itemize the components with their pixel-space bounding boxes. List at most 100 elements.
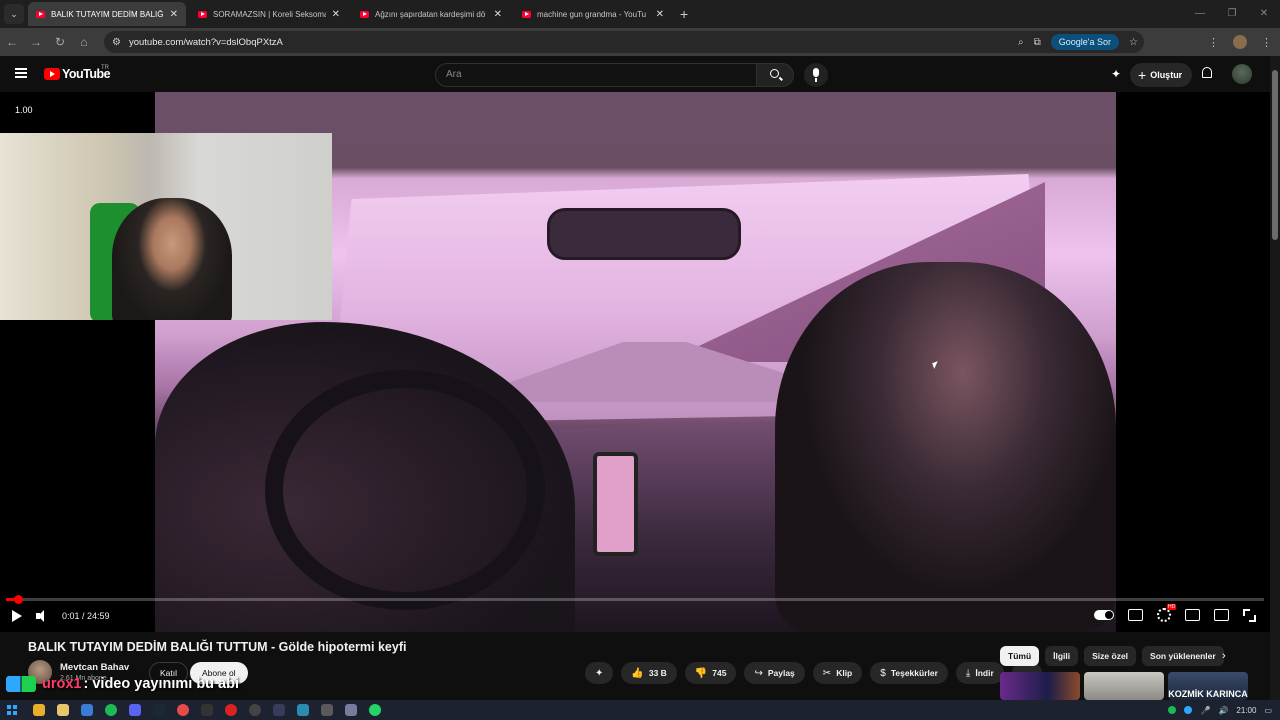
restore-icon[interactable]: ❐	[1216, 0, 1248, 28]
volume-icon[interactable]	[36, 610, 48, 622]
progress-bar[interactable]	[6, 595, 1264, 604]
cast-icon[interactable]	[1214, 609, 1229, 621]
taskbar-clock[interactable]: 21:00	[1236, 706, 1256, 715]
subtitles-icon[interactable]	[1128, 609, 1143, 621]
browser-extensions: ⋮ ⋮	[1208, 28, 1272, 56]
google-sor-button[interactable]: Google'a Sor	[1050, 34, 1120, 50]
thumbs-up-icon: 👍	[631, 667, 644, 679]
channel-name[interactable]: Mevtcan Bahav	[60, 662, 129, 673]
browser-tab-4[interactable]: machine gun grandma - YouTu ✕	[514, 2, 672, 26]
download-button[interactable]: ⤓ İndir	[955, 662, 1004, 684]
autoplay-toggle[interactable]	[1094, 610, 1114, 620]
whatsapp-app-icon[interactable]	[369, 704, 381, 716]
notifications-icon[interactable]: ▭	[1264, 706, 1272, 715]
app-icon[interactable]	[201, 704, 213, 716]
play-icon[interactable]	[12, 610, 22, 622]
profile-avatar[interactable]	[1233, 35, 1247, 49]
chip-related[interactable]: İlgili	[1045, 646, 1079, 666]
chevron-right-icon[interactable]: ›	[1222, 650, 1226, 662]
tab-close-icon[interactable]: ✕	[170, 9, 178, 20]
search-input[interactable]: Ara	[435, 63, 757, 87]
discord-app-icon[interactable]	[129, 704, 141, 716]
video-title: BALIK TUTAYIM DEDİM BALIĞI TUTTUM - Göld…	[28, 640, 407, 654]
thanks-button[interactable]: $ Teşekkürler	[870, 662, 948, 684]
settings-gear-icon[interactable]	[1157, 604, 1177, 622]
app-icon[interactable]	[273, 704, 285, 716]
obs-app-icon[interactable]	[177, 704, 189, 716]
app-icon[interactable]	[297, 704, 309, 716]
voice-search-icon[interactable]	[804, 63, 828, 87]
app-icon[interactable]	[249, 704, 261, 716]
spotify-app-icon[interactable]	[105, 704, 117, 716]
stream-chat-overlay: urox1 : video yayınımı bu abi	[6, 674, 239, 694]
tab-close-icon[interactable]: ✕	[494, 9, 502, 20]
browser-tab-2[interactable]: SORAMAZSIN | Koreli Seksoma ✕	[190, 2, 348, 26]
share-icon: ↪	[754, 667, 763, 679]
recommended-thumbnail[interactable]	[1000, 672, 1080, 700]
dislike-button[interactable]: 👎 745	[684, 662, 737, 684]
plus-icon: +	[1138, 67, 1147, 83]
site-info-icon[interactable]: ⚙	[112, 37, 121, 48]
notifications-bell-icon[interactable]	[1201, 67, 1213, 79]
forward-icon[interactable]: →	[24, 35, 48, 49]
zoom-icon[interactable]: ⌕	[1018, 37, 1024, 48]
new-tab-icon[interactable]: +	[680, 6, 688, 22]
back-icon[interactable]: ←	[0, 35, 24, 49]
page-scrollbar[interactable]	[1270, 56, 1280, 700]
miniplayer-icon[interactable]	[1185, 609, 1200, 621]
youtube-favicon-icon	[198, 10, 207, 18]
address-bar[interactable]: ⚙ youtube.com/watch?v=dslObqPXtzA ⌕ ⧉ Go…	[104, 31, 1144, 53]
extension-icon[interactable]: ⋮	[1208, 36, 1219, 49]
video-phone	[593, 452, 638, 556]
close-window-icon[interactable]: ✕	[1248, 0, 1280, 28]
explorer-app-icon[interactable]	[57, 704, 69, 716]
store-app-icon[interactable]	[81, 704, 93, 716]
tab-search-icon[interactable]: ⌄	[4, 4, 24, 24]
browser-menu-icon[interactable]: ⋮	[1261, 36, 1272, 49]
app-icon[interactable]	[225, 704, 237, 716]
time-display: 0:01 / 24:59	[62, 611, 110, 621]
fullscreen-icon[interactable]	[1243, 608, 1256, 622]
like-button[interactable]: 👍 33 B	[621, 662, 677, 684]
create-button[interactable]: + Oluştur	[1130, 63, 1193, 87]
bookmark-star-icon[interactable]: ☆	[1129, 37, 1138, 48]
youtube-logo-icon[interactable]	[44, 68, 60, 80]
browser-tab-3[interactable]: Ağzını şapırdatan kardeşimi dö ✕	[352, 2, 510, 26]
chip-for-you[interactable]: Size özel	[1084, 646, 1137, 666]
tray-spotify-icon[interactable]	[1168, 706, 1177, 714]
search-button[interactable]	[756, 63, 794, 87]
clip-button[interactable]: ✂ Klip	[812, 662, 863, 684]
tray-mic-icon[interactable]: 🎤	[1200, 706, 1210, 715]
steam-app-icon[interactable]	[153, 704, 165, 716]
system-tray: 🎤 🔊 21:00 ▭	[1168, 700, 1272, 720]
app-icon[interactable]	[345, 704, 357, 716]
tab-close-icon[interactable]: ✕	[332, 9, 340, 20]
studio-icon[interactable]: ✦	[1111, 67, 1121, 81]
install-icon[interactable]: ⧉	[1034, 37, 1041, 48]
tab-close-icon[interactable]: ✕	[656, 9, 664, 20]
window-controls: — ❐ ✕	[1184, 0, 1280, 28]
tray-app-icon[interactable]	[1184, 706, 1193, 714]
share-button[interactable]: ↪ Paylaş	[744, 662, 805, 684]
chip-all[interactable]: Tümü	[1000, 646, 1040, 666]
reload-icon[interactable]: ↻	[48, 35, 72, 49]
tray-volume-icon[interactable]: 🔊	[1218, 706, 1228, 715]
scrollbar-thumb[interactable]	[1272, 70, 1278, 240]
browser-tab-1[interactable]: BALIK TUTAYIM DEDİM BALIĞI ✕	[28, 2, 186, 26]
youtube-header: YouTube TR Ara ✦ + Oluştur	[0, 56, 1280, 92]
video-player[interactable]: 1.00 0:01 / 24:59	[0, 92, 1270, 632]
recommended-thumbnail[interactable]	[1084, 672, 1164, 700]
home-icon[interactable]: ⌂	[72, 35, 96, 49]
recommended-thumbnail[interactable]: KOZMİK KARINCA	[1168, 672, 1248, 700]
app-icon[interactable]	[321, 704, 333, 716]
menu-icon[interactable]	[15, 68, 27, 78]
thanks-icon: $	[880, 667, 886, 679]
chip-recent[interactable]: Son yüklenenler	[1142, 646, 1224, 666]
premium-icon-button[interactable]: ✦	[585, 662, 614, 684]
browser-tab-strip: ⌄ BALIK TUTAYIM DEDİM BALIĞI ✕ SORAMAZSI…	[0, 0, 1280, 28]
account-avatar[interactable]	[1232, 64, 1252, 84]
windows-start-icon[interactable]	[7, 705, 17, 715]
minimize-icon[interactable]: —	[1184, 0, 1216, 28]
progress-scrubber[interactable]	[14, 595, 23, 604]
chrome-app-icon[interactable]	[33, 704, 45, 716]
